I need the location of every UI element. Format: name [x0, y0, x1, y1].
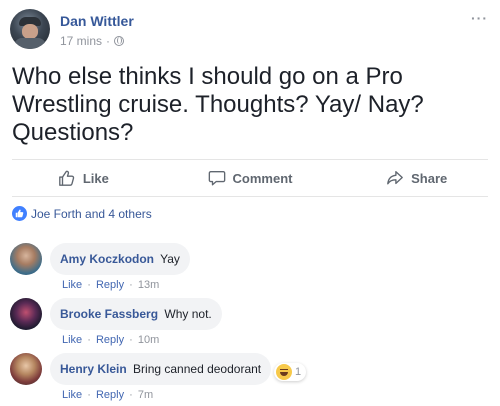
comment-time[interactable]: 13m [138, 279, 159, 291]
like-button[interactable]: Like [0, 160, 167, 196]
comment-reaction-count[interactable]: 1 [274, 363, 307, 381]
action-bar: Like Comment Share [0, 160, 500, 196]
reaction-count: 1 [295, 366, 302, 378]
commenter-avatar[interactable] [10, 298, 42, 330]
comment-label: Comment [232, 170, 293, 186]
post-text: Who else thinks I should go on a Pro Wre… [12, 63, 424, 146]
commenter-name[interactable]: Henry Klein [60, 362, 127, 376]
comment-time[interactable]: 7m [138, 389, 153, 401]
thumbs-up-icon [58, 170, 75, 186]
comment-actions: Like · Reply · 13m [62, 279, 159, 291]
comment-like-link[interactable]: Like [62, 334, 82, 346]
reactions-summary[interactable]: Joe Forth and 4 others [12, 206, 152, 221]
share-label: Share [411, 170, 448, 186]
link-separator: · [87, 389, 91, 401]
globe-icon[interactable] [114, 36, 125, 46]
comment-like-link[interactable]: Like [62, 279, 82, 291]
comment-reply-link[interactable]: Reply [96, 279, 124, 291]
more-options-icon[interactable]: ··· [471, 10, 488, 26]
commenter-name[interactable]: Amy Koczkodon [60, 252, 154, 266]
link-separator: · [129, 334, 133, 346]
comment-text: Yay [160, 252, 180, 266]
like-label: Like [82, 170, 109, 186]
avatar-body [14, 38, 46, 49]
link-separator: · [129, 279, 133, 291]
comment-text: Why not. [164, 307, 212, 321]
comment-button[interactable]: Comment [167, 160, 334, 196]
share-button[interactable]: Share [333, 160, 500, 196]
link-separator: · [87, 334, 91, 346]
post-meta: 17 mins · [60, 34, 125, 48]
comment-actions: Like · Reply · 10m [62, 334, 159, 346]
meta-separator: · [106, 34, 111, 48]
commenter-avatar[interactable] [10, 243, 42, 275]
author-avatar[interactable] [10, 9, 50, 49]
author-name[interactable]: Dan Wittler [60, 13, 134, 29]
comment-bubble: Brooke Fassberg Why not. [50, 298, 222, 330]
comment-reply-link[interactable]: Reply [96, 334, 124, 346]
comment-bubble: Henry Klein Bring canned deodorant [50, 353, 272, 385]
divider [12, 196, 488, 197]
post-card: Dan Wittler 17 mins · ··· Who else think… [0, 0, 500, 406]
comment-actions: Like · Reply · 7m [62, 389, 153, 401]
like-reaction-icon [12, 206, 27, 221]
comment-like-link[interactable]: Like [62, 389, 82, 401]
comment-icon [208, 171, 225, 186]
commenter-name[interactable]: Brooke Fassberg [60, 307, 158, 321]
comment-reply-link[interactable]: Reply [96, 389, 124, 401]
commenter-avatar[interactable] [10, 353, 42, 385]
comment-text: Bring canned deodorant [133, 362, 262, 376]
comment-bubble: Amy Koczkodon Yay [50, 243, 190, 275]
link-separator: · [129, 389, 133, 401]
avatar-face [22, 24, 38, 39]
link-separator: · [87, 279, 91, 291]
post-time[interactable]: 17 mins [60, 34, 102, 48]
haha-reaction-icon [276, 364, 292, 380]
share-icon [387, 171, 403, 185]
reactions-text[interactable]: Joe Forth and 4 others [31, 207, 152, 221]
comment-time[interactable]: 10m [138, 334, 159, 346]
